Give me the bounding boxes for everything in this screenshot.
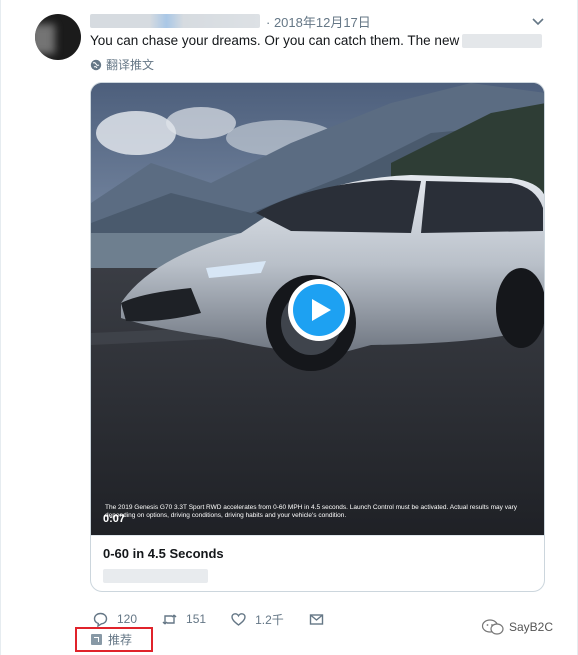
promoted-label[interactable]: 推荐 — [75, 627, 153, 652]
translate-link[interactable]: 翻译推文 — [90, 56, 154, 73]
reply-count: 120 — [117, 612, 138, 626]
tweet-actions: 120 151 1.2千 — [93, 611, 358, 627]
tweet-container: · 2018年12月17日 You can chase your dreams.… — [0, 0, 578, 655]
reply-button[interactable]: 120 — [93, 612, 137, 627]
play-icon — [293, 284, 345, 336]
retweet-count: 151 — [186, 612, 207, 626]
chevron-down-icon[interactable] — [531, 14, 545, 28]
globe-icon — [90, 59, 102, 70]
promoted-icon — [91, 634, 102, 645]
card-title[interactable]: 0-60 in 4.5 Seconds — [103, 546, 534, 561]
promoted-text: 推荐 — [108, 633, 133, 647]
retweet-icon — [162, 614, 177, 624]
translate-label[interactable]: 翻译推文 — [106, 56, 154, 73]
like-icon — [231, 612, 246, 626]
author-name-redacted[interactable] — [90, 14, 260, 28]
video-disclaimer: The 2019 Genesis G70 3.3T Sport RWD acce… — [105, 504, 517, 519]
video-player[interactable]: The 2019 Genesis G70 3.3T Sport RWD acce… — [91, 83, 544, 535]
reply-icon — [93, 612, 108, 627]
tweet-header: · 2018年12月17日 — [90, 12, 371, 30]
message-icon — [309, 613, 323, 625]
tweet-text: You can chase your dreams. Or you can ca… — [90, 32, 543, 49]
video-duration: 0:07 — [103, 513, 126, 525]
play-button[interactable] — [288, 279, 350, 341]
card-info[interactable]: 0-60 in 4.5 Seconds — [91, 535, 544, 591]
card-subtitle-redacted — [103, 569, 208, 583]
watermark-text: SayB2C — [509, 620, 554, 634]
wechat-icon — [481, 619, 504, 635]
watermark: SayB2C — [481, 618, 553, 636]
avatar[interactable] — [35, 14, 81, 60]
like-count: 1.2千 — [255, 612, 284, 627]
tweet-date[interactable]: · 2018年12月17日 — [266, 12, 371, 31]
retweet-button[interactable]: 151 — [162, 612, 206, 627]
direct-message-button[interactable] — [309, 612, 333, 627]
tweet-text-redacted — [462, 33, 543, 48]
video-card[interactable]: The 2019 Genesis G70 3.3T Sport RWD acce… — [90, 82, 545, 592]
tweet-text-content: You can chase your dreams. Or you can ca… — [90, 33, 460, 48]
like-button[interactable]: 1.2千 — [231, 611, 284, 628]
